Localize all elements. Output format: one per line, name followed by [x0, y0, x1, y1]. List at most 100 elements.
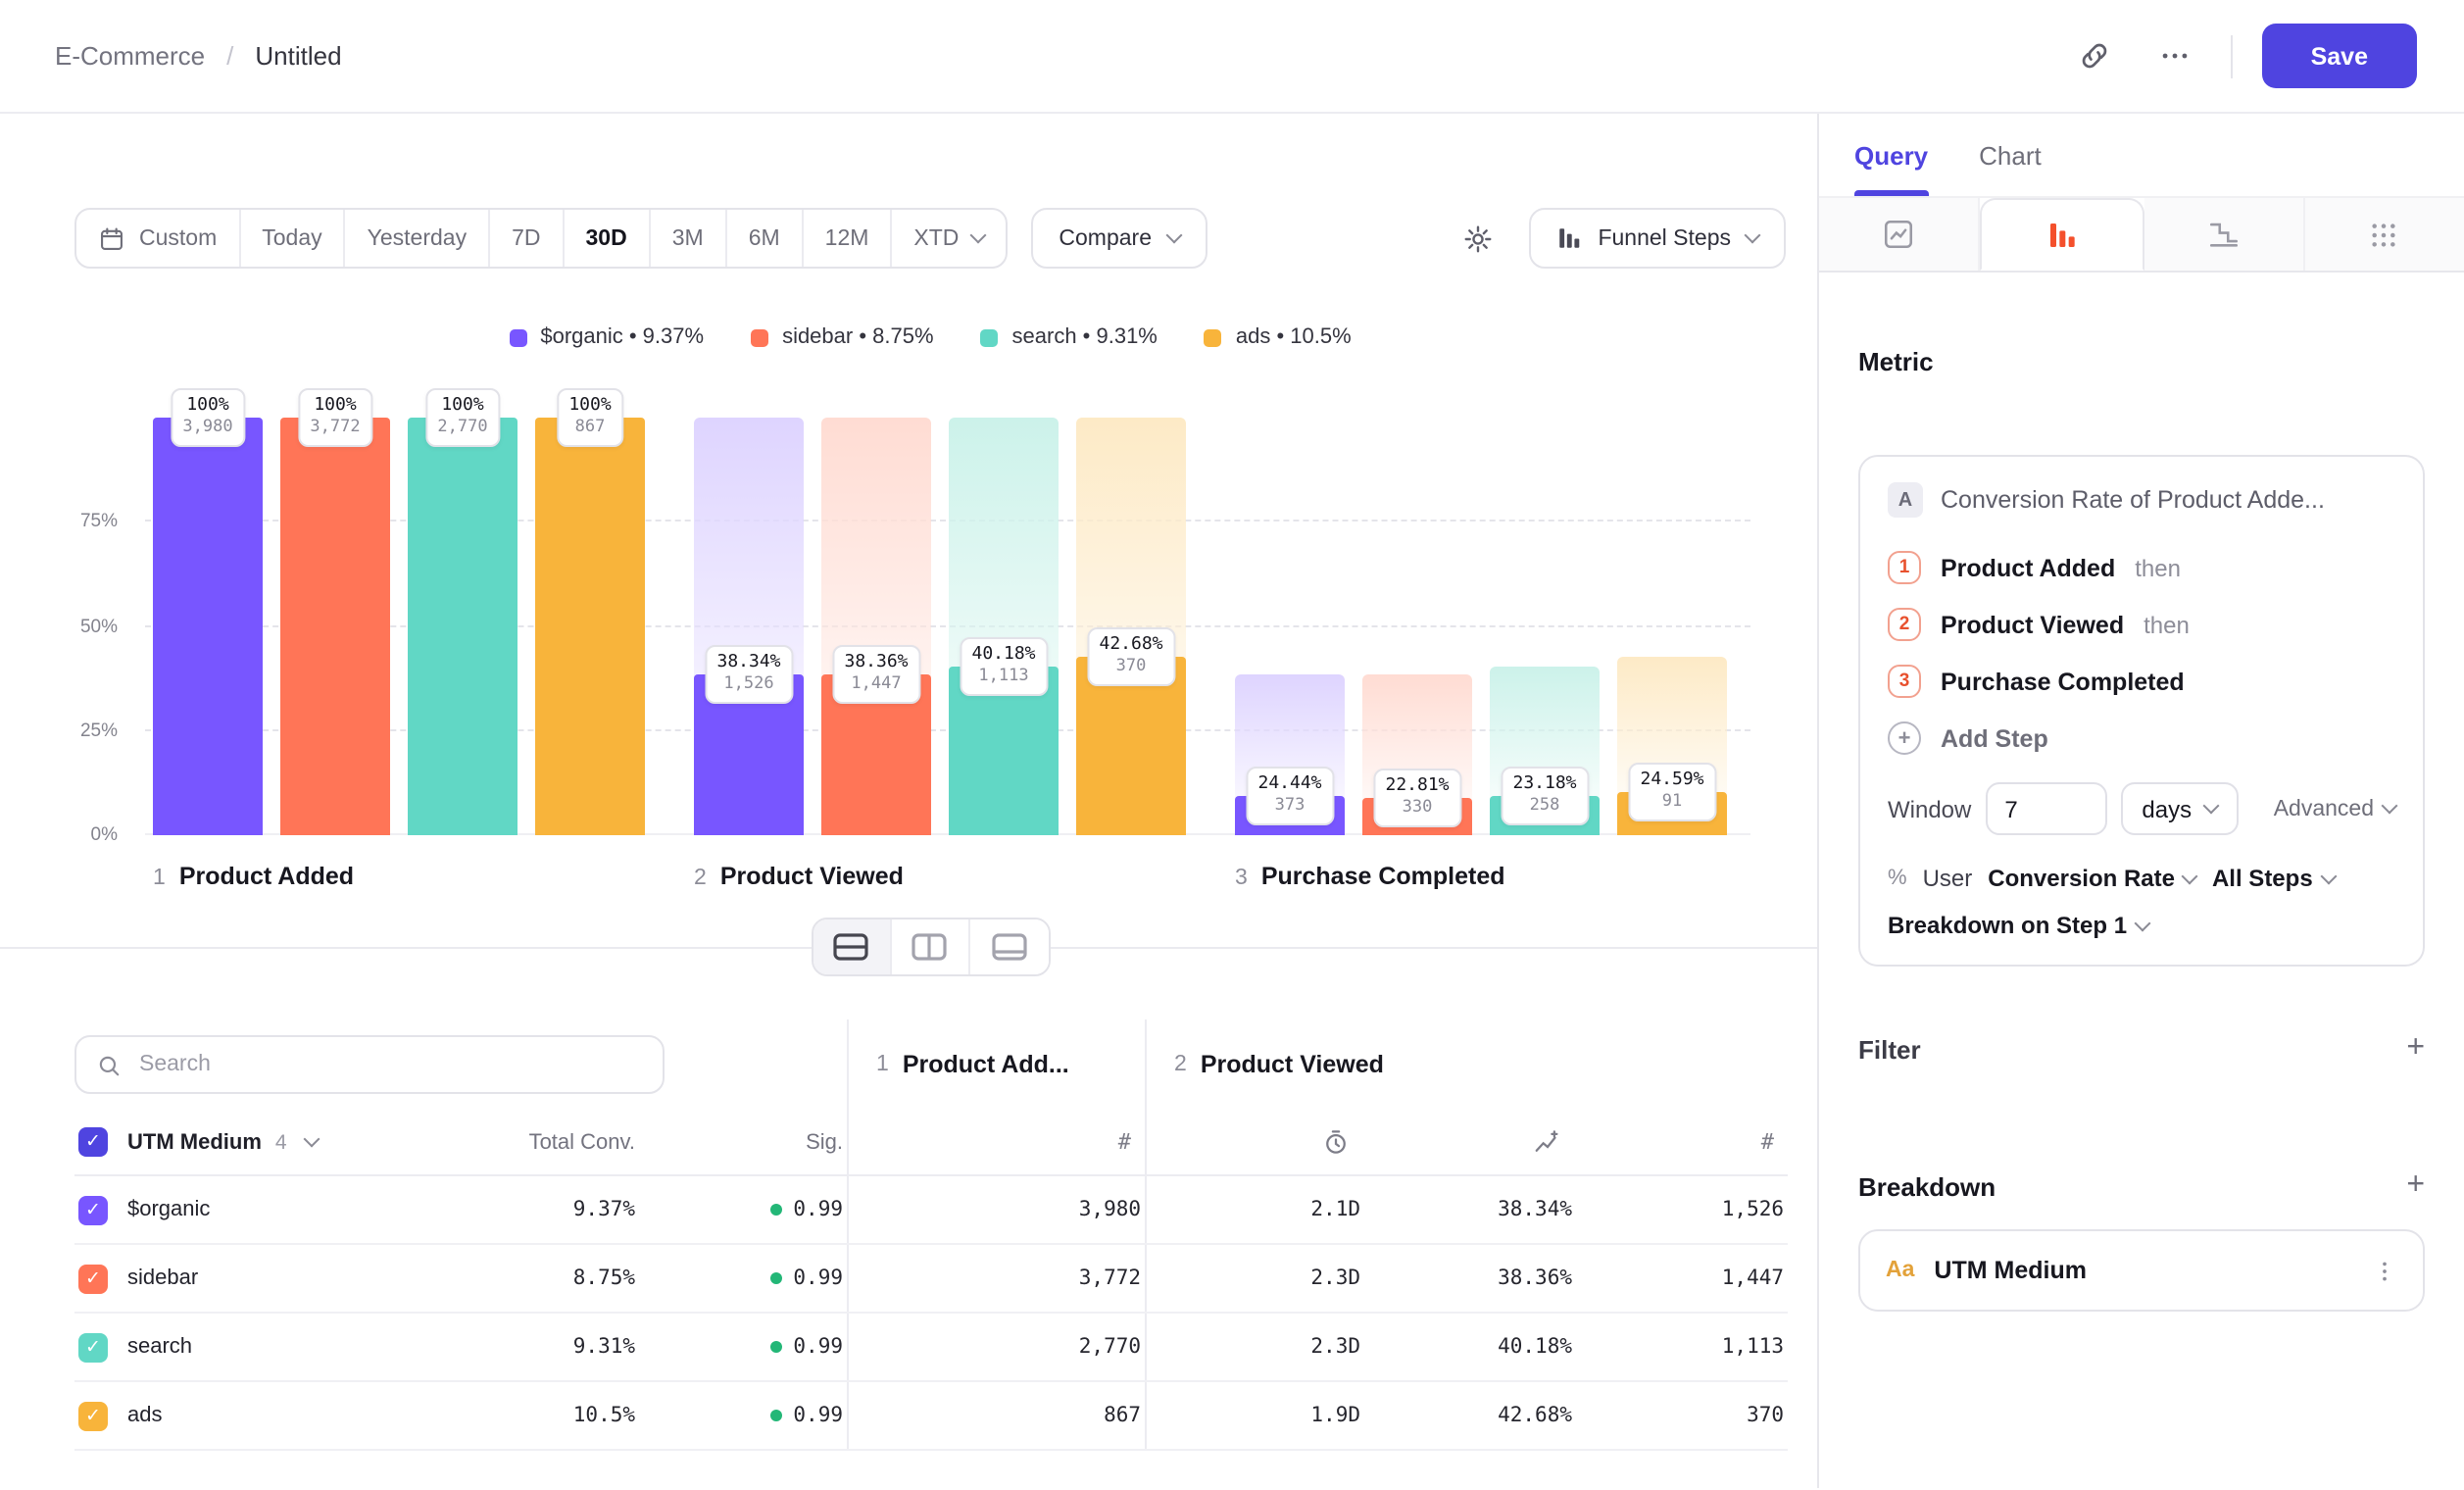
filter-heading: Filter	[1858, 1034, 1921, 1064]
legend-color-chip	[1205, 328, 1222, 346]
date-range-7d[interactable]: 7D	[490, 210, 564, 267]
funnel-bar-organic[interactable]: 38.34%1,526	[694, 418, 804, 835]
breadcrumb-project[interactable]: E-Commerce	[55, 41, 205, 71]
step2-time-column-header[interactable]	[1145, 1110, 1364, 1174]
bar-value-callout: 40.18%1,113	[960, 638, 1047, 697]
tab-retention-icon[interactable]	[2144, 198, 2305, 271]
search-input[interactable]	[139, 1053, 643, 1076]
date-range-custom[interactable]: Custom	[76, 210, 240, 267]
callout-count: 330	[1385, 799, 1449, 819]
date-range-control: CustomToday Yesterday 7D30D3M6M12MXTD	[74, 208, 1008, 269]
funnel-bar-search[interactable]: 23.18%258	[1490, 418, 1600, 835]
funnel-bar-organic[interactable]: 24.44%373	[1235, 418, 1345, 835]
step2-time-cell: 2.3D	[1145, 1314, 1364, 1380]
step2-count-column-header[interactable]: #	[1576, 1110, 1788, 1174]
row-name: search	[127, 1335, 192, 1359]
window-value-input[interactable]	[1985, 782, 2106, 835]
add-breakdown-button[interactable]: +	[2406, 1170, 2425, 1202]
legend-item[interactable]: sidebar • 8.75%	[751, 325, 933, 349]
row-name: $organic	[127, 1198, 210, 1221]
date-range-12m[interactable]: 12M	[804, 210, 893, 267]
view-bottom-panel-button[interactable]	[969, 919, 1048, 974]
bar-value-callout: 38.34%1,526	[705, 646, 792, 705]
row-checkbox[interactable]: ✓	[78, 1332, 108, 1362]
metric-step[interactable]: 1Product Addedthen	[1888, 539, 2395, 596]
table-row[interactable]: ✓search9.31%0.992,7702.3D40.18%1,113	[74, 1314, 1788, 1382]
view-layout-toggle	[811, 918, 1050, 976]
chart-type-label: Funnel Steps	[1598, 226, 1731, 250]
step2-time-cell: 2.3D	[1145, 1245, 1364, 1312]
table-row[interactable]: ✓$organic9.37%0.993,9802.1D38.34%1,526	[74, 1176, 1788, 1245]
search-box[interactable]	[74, 1035, 665, 1094]
date-range-3m[interactable]: 3M	[651, 210, 727, 267]
measure-dropdown[interactable]: Conversion Rate	[1988, 865, 2196, 892]
tab-insights-icon[interactable]	[1819, 198, 1981, 271]
tab-funnels-icon[interactable]	[1981, 198, 2144, 271]
funnel-bar-search[interactable]: 100%2,770	[408, 418, 517, 835]
table-step2-header[interactable]: 2 Product Viewed	[1145, 1019, 1788, 1110]
metric-step[interactable]: 3Purchase Completed	[1888, 653, 2395, 710]
kebab-menu-icon[interactable]	[2372, 1258, 2397, 1283]
date-range-30d[interactable]: 30D	[565, 210, 651, 267]
share-link-icon[interactable]	[2070, 30, 2121, 81]
metric-step[interactable]: 2Product Viewedthen	[1888, 596, 2395, 653]
filter-section-header: Filter +	[1858, 1033, 2425, 1065]
tab-query[interactable]: Query	[1854, 114, 1928, 196]
advanced-toggle[interactable]: Advanced	[2274, 797, 2395, 820]
view-split-horizontal-button[interactable]	[813, 919, 891, 974]
add-filter-button[interactable]: +	[2406, 1033, 2425, 1065]
settings-gear-icon[interactable]	[1451, 211, 1505, 266]
row-checkbox[interactable]: ✓	[78, 1195, 108, 1224]
more-menu-icon[interactable]	[2150, 30, 2201, 81]
tab-chart[interactable]: Chart	[1979, 114, 2042, 196]
steps-scope-label: All Steps	[2212, 865, 2313, 892]
breakdown-card[interactable]: Aa UTM Medium	[1858, 1229, 2425, 1312]
funnel-bar-ads[interactable]: 42.68%370	[1076, 418, 1186, 835]
total-conv-column-header[interactable]: Total Conv.	[419, 1110, 639, 1174]
chevron-down-icon[interactable]	[304, 1131, 320, 1148]
callout-count: 2,770	[437, 418, 487, 437]
date-range-6m[interactable]: 6M	[727, 210, 804, 267]
sig-column-header[interactable]: Sig.	[639, 1110, 847, 1174]
step1-count-column-header[interactable]: #	[847, 1110, 1145, 1174]
row-name-cell: ✓sidebar	[74, 1245, 419, 1312]
breadcrumb-report-title[interactable]: Untitled	[255, 41, 341, 71]
date-range-yesterday[interactable]: Yesterday	[346, 210, 490, 267]
funnel-bar-sidebar[interactable]: 100%3,772	[280, 418, 390, 835]
report-main: CustomToday Yesterday 7D30D3M6M12MXTD Comp…	[0, 114, 1819, 1488]
add-step-button[interactable]: + Add Step	[1888, 710, 2395, 767]
funnel-bar-organic[interactable]: 100%3,980	[153, 418, 263, 835]
step-number-badge: 1	[1888, 551, 1921, 584]
measure-entity[interactable]: User	[1923, 865, 1973, 892]
legend-item[interactable]: $organic • 9.37%	[509, 325, 704, 349]
select-all-checkbox[interactable]: ✓	[78, 1127, 108, 1157]
save-button[interactable]: Save	[2262, 24, 2417, 88]
steps-scope-dropdown[interactable]: All Steps	[2212, 865, 2335, 892]
date-range-today[interactable]: Today	[240, 210, 345, 267]
chevron-down-icon	[2203, 798, 2220, 815]
window-unit-select[interactable]: days	[2120, 782, 2239, 835]
compare-button[interactable]: Compare	[1031, 208, 1207, 269]
metric-title-row[interactable]: A Conversion Rate of Product Adde...	[1888, 482, 2395, 518]
legend-item[interactable]: ads • 10.5%	[1205, 325, 1352, 349]
table-step1-header[interactable]: 1 Product Add...	[847, 1019, 1145, 1110]
tab-flows-icon[interactable]	[2305, 198, 2464, 271]
funnel-bar-ads[interactable]: 24.59%91	[1617, 418, 1727, 835]
date-range-xtd[interactable]: XTD	[892, 210, 1006, 267]
date-range-label: Yesterday	[368, 226, 467, 250]
funnel-bar-sidebar[interactable]: 38.36%1,447	[821, 418, 931, 835]
table-row[interactable]: ✓ads10.5%0.998671.9D42.68%370	[74, 1382, 1788, 1451]
step2-rate-column-header[interactable]	[1364, 1110, 1576, 1174]
legend-item[interactable]: search • 9.31%	[981, 325, 1158, 349]
chart-type-button[interactable]: Funnel Steps	[1529, 208, 1786, 269]
callout-percent: 40.18%	[971, 646, 1035, 666]
breakdown-on-dropdown[interactable]: Breakdown on Step 1	[1888, 912, 2148, 939]
funnel-bar-search[interactable]: 40.18%1,113	[949, 418, 1059, 835]
funnel-bar-sidebar[interactable]: 22.81%330	[1362, 418, 1472, 835]
row-checkbox[interactable]: ✓	[78, 1401, 108, 1430]
table-row[interactable]: ✓sidebar8.75%0.993,7722.3D38.36%1,447	[74, 1245, 1788, 1314]
view-split-vertical-button[interactable]	[891, 919, 969, 974]
row-checkbox[interactable]: ✓	[78, 1264, 108, 1293]
group-column-label[interactable]: UTM Medium	[127, 1130, 262, 1154]
funnel-bar-ads[interactable]: 100%867	[535, 418, 645, 835]
